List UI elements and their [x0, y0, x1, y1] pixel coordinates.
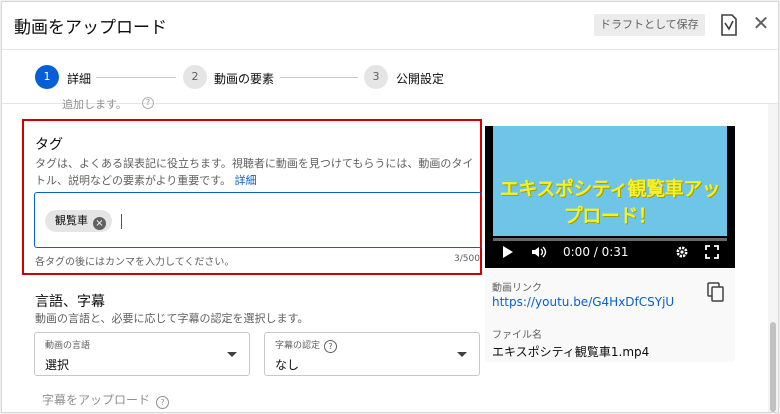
video-language-label: 動画の言語 [45, 341, 91, 351]
filename-value: エキスポシティ観覧車1.mp4 [492, 345, 650, 359]
scrollbar[interactable] [768, 104, 778, 412]
dialog-title: 動画をアップロード [14, 18, 167, 38]
video-link[interactable]: https://youtu.be/G4HxDfCSYjU [492, 295, 674, 309]
step-1-number[interactable]: 1 [35, 65, 59, 89]
upload-dialog: 動画をアップロード ドラフトとして保存 ✕ 1 詳細 2 動画の要素 3 公開設… [1, 1, 779, 413]
cut-off-text: 追加します。 [62, 98, 127, 111]
text-cursor [121, 214, 122, 229]
gear-icon[interactable] [675, 245, 689, 259]
tags-description: タグは、よくある誤表記に役立ちます。視聴者に動画を見つけてもらうには、動画のタイ… [35, 155, 480, 189]
scrollbar-thumb[interactable] [770, 322, 776, 412]
fullscreen-icon[interactable] [705, 245, 719, 259]
remove-tag-icon[interactable]: × [93, 217, 106, 230]
step-connector [280, 77, 358, 78]
step-3-number[interactable]: 3 [364, 65, 388, 89]
caption-certification-select[interactable]: 字幕の認定? なし [264, 332, 480, 376]
tags-hint: 各タグの後にはカンマを入力してください。 [35, 257, 235, 268]
video-time: 0:00 / 0:31 [563, 245, 629, 259]
dropdown-arrow-icon [457, 352, 467, 357]
step-connector [96, 77, 176, 78]
details-link[interactable]: 詳細 [235, 174, 257, 187]
caption-cert-label: 字幕の認定 [275, 341, 321, 351]
tags-input[interactable]: 観覧車 × [34, 192, 482, 248]
copy-icon[interactable] [707, 282, 725, 302]
volume-icon[interactable] [531, 244, 547, 260]
step-2-number[interactable]: 2 [183, 65, 207, 89]
language-heading: 言語、字幕 [35, 294, 105, 310]
save-draft-button[interactable]: ドラフトとして保存 [594, 14, 705, 36]
video-overlay-text: エキスポシティ観覧車アップロード！ [499, 178, 721, 227]
caption-cert-value: なし [275, 358, 300, 372]
header-divider [2, 49, 778, 50]
step-1-label[interactable]: 詳細 [67, 70, 91, 87]
upload-subtitles-label: 字幕をアップロード [42, 393, 151, 407]
step-2-label[interactable]: 動画の要素 [214, 70, 274, 87]
play-icon[interactable] [503, 246, 513, 258]
help-icon[interactable]: ? [324, 340, 338, 353]
video-player[interactable]: エキスポシティ観覧車アップロード！ 0:00 / 0:31 [485, 126, 735, 268]
caption-cert-label-wrap: 字幕の認定? [275, 338, 338, 353]
tag-chip[interactable]: 観覧車 × [45, 210, 112, 232]
tag-chip-label: 観覧車 [55, 214, 88, 227]
language-description: 動画の言語と、必要に応じて字幕の認定を選択します。 [35, 312, 309, 325]
feedback-icon[interactable] [718, 13, 740, 37]
close-icon[interactable]: ✕ [750, 12, 772, 34]
video-language-select[interactable]: 動画の言語 選択 [34, 332, 250, 376]
video-frame: エキスポシティ観覧車アップロード！ [493, 126, 727, 236]
step-3-label[interactable]: 公開設定 [396, 70, 444, 87]
help-icon[interactable]: ? [142, 97, 154, 109]
video-language-value: 選択 [45, 358, 70, 372]
help-icon[interactable]: ? [156, 396, 170, 409]
upload-subtitles-link[interactable]: 字幕をアップロード? [42, 391, 170, 409]
tags-char-count: 3/500 [454, 254, 480, 264]
video-link-label: 動画リンク [492, 283, 542, 294]
tags-heading: タグ [35, 137, 63, 153]
video-progress-bar[interactable] [493, 238, 727, 241]
video-preview-panel: エキスポシティ観覧車アップロード！ 0:00 / 0:31 動画リンク http… [485, 126, 735, 362]
dropdown-arrow-icon [227, 352, 237, 357]
filename-label: ファイル名 [492, 330, 542, 341]
